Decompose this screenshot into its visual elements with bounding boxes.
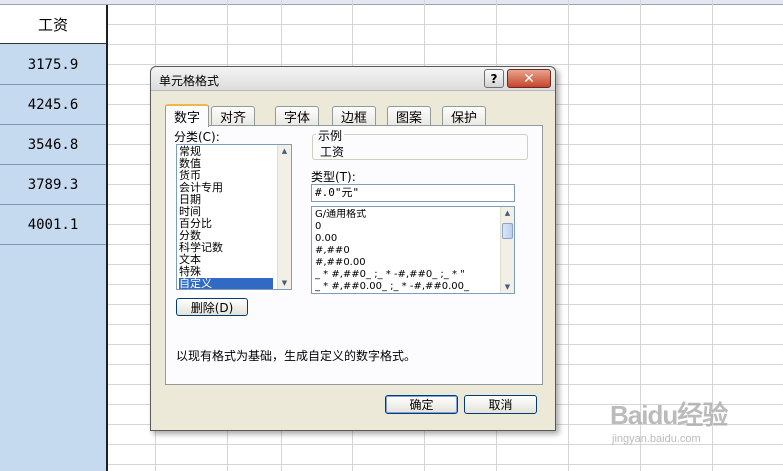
scroll-up-arrow-icon[interactable]: ▲ (278, 145, 291, 157)
salary-cell[interactable]: 4001.1 (0, 205, 106, 245)
category-list[interactable]: 常规 数值 货币 会计专用 日期 时间 百分比 分数 科学记数 文本 特殊 自定… (176, 144, 292, 290)
dialog-title: 单元格格式 (159, 74, 220, 88)
tab-font[interactable]: 字体 (275, 106, 319, 126)
salary-cell[interactable]: 4245.6 (0, 85, 106, 125)
scroll-up-arrow-icon[interactable]: ▲ (501, 207, 514, 219)
tab-alignment[interactable]: 对齐 (211, 106, 255, 126)
format-item[interactable]: 0 (315, 221, 501, 233)
tab-protection[interactable]: 保护 (442, 106, 486, 126)
grid-row-line (108, 44, 783, 45)
close-icon[interactable]: ✕ (507, 69, 551, 88)
help-icon[interactable]: ? (484, 69, 504, 88)
format-item[interactable]: G/通用格式 (315, 209, 501, 221)
tab-border[interactable]: 边框 (332, 106, 376, 126)
salary-cell[interactable]: 3789.3 (0, 165, 106, 205)
format-item[interactable]: 0.00 (315, 233, 501, 245)
grid-row-line (108, 464, 783, 465)
watermark-url: jingyan.baidu.com (612, 433, 701, 445)
sample-group (312, 134, 528, 160)
cell-a1-header[interactable]: 工资 (0, 5, 108, 44)
watermark-logo: Baidu经验 (610, 400, 728, 430)
sample-label: 示例 (316, 127, 345, 144)
type-input[interactable]: #.0"元" (311, 184, 515, 202)
format-item[interactable]: #,##0.00 (315, 257, 501, 269)
grid-column-line (568, 0, 569, 471)
category-label: 分类(C): (174, 130, 220, 144)
salary-cell[interactable]: 3175.9 (0, 45, 106, 85)
format-scrollbar[interactable]: ▲ ▼ (500, 207, 514, 293)
format-item[interactable]: #,##0 (315, 245, 501, 257)
delete-button[interactable]: 删除(D) (176, 298, 248, 316)
type-label: 类型(T): (311, 170, 356, 184)
tab-patterns[interactable]: 图案 (387, 106, 431, 126)
salary-cell[interactable]: 3546.8 (0, 125, 106, 165)
ok-button[interactable]: 确定 (385, 395, 458, 414)
scroll-thumb[interactable] (502, 223, 513, 239)
cancel-button[interactable]: 取消 (464, 395, 537, 414)
dialog-titlebar[interactable]: 单元格格式 ? ✕ (151, 67, 555, 91)
format-item[interactable]: _ * #,##0.00_ ;_ * -#,##0.00_ (315, 281, 501, 293)
format-item[interactable]: _ * #,##0_ ;_ * -#,##0_ ;_ * " (315, 269, 501, 281)
category-item-selected[interactable]: 自定义 (179, 278, 273, 289)
format-cells-dialog: 单元格格式 ? ✕ 数字 对齐 字体 边框 图案 保护 分类(C): 常规 数值… (150, 66, 556, 431)
tab-number[interactable]: 数字 (165, 104, 209, 127)
grid-row-line (108, 24, 783, 25)
scroll-down-arrow-icon[interactable]: ▼ (278, 277, 291, 289)
baidu-watermark: Baidu经验 jingyan.baidu.com (610, 395, 780, 455)
category-scrollbar[interactable]: ▲ ▼ (277, 145, 291, 289)
scroll-down-arrow-icon[interactable]: ▼ (501, 281, 514, 293)
format-description: 以现有格式为基础，生成自定义的数字格式。 (176, 349, 417, 363)
number-tab-panel: 分类(C): 常规 数值 货币 会计专用 日期 时间 百分比 分数 科学记数 文… (165, 125, 543, 385)
format-list[interactable]: G/通用格式 0 0.00 #,##0 #,##0.00 _ * #,##0_ … (311, 206, 515, 294)
column-header-strip (0, 0, 783, 5)
sample-value: 工资 (320, 145, 345, 159)
grid-row-line (108, 64, 783, 65)
